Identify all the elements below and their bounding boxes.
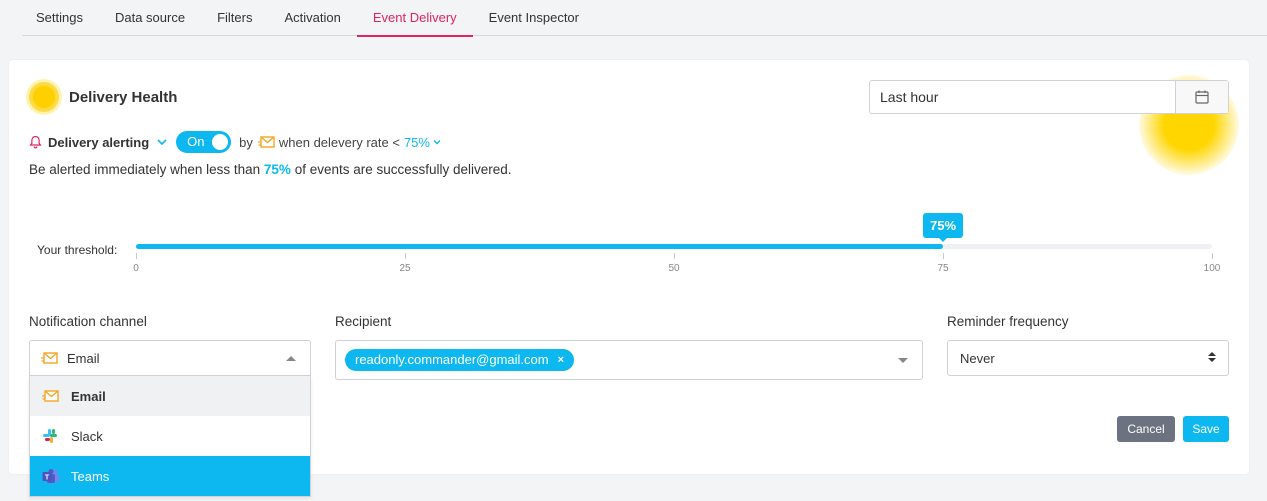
- tab-event-inspector[interactable]: Event Inspector: [473, 0, 595, 36]
- recipient-select[interactable]: readonly.commander@gmail.com ×: [335, 340, 923, 380]
- reminder-frequency-value: Never: [960, 350, 995, 366]
- bell-icon: [29, 135, 42, 149]
- chevron-down-icon: [898, 358, 908, 363]
- threshold-handle[interactable]: 75%: [923, 213, 963, 242]
- health-title: Delivery Health: [69, 88, 178, 106]
- tab-bar: Settings Data source Filters Activation …: [22, 0, 1267, 37]
- notification-channel-menu: Email Slack T Teams: [29, 376, 311, 497]
- alerting-expand-button[interactable]: [157, 138, 167, 146]
- remove-chip-button[interactable]: ×: [558, 349, 564, 371]
- threshold-tick: [136, 253, 137, 259]
- email-icon: [42, 389, 62, 403]
- condition-text: when delevery rate <: [278, 134, 400, 150]
- threshold-label: Your threshold:: [37, 243, 118, 257]
- threshold-slider[interactable]: [136, 244, 1212, 249]
- tab-filters[interactable]: Filters: [201, 0, 268, 36]
- recipient-chip-label: readonly.commander@gmail.com: [355, 352, 549, 367]
- channel-option-slack[interactable]: Slack: [30, 416, 310, 456]
- chevron-up-icon: [286, 356, 296, 361]
- threshold-tick-label: 0: [133, 263, 139, 274]
- channel-option-email[interactable]: Email: [30, 376, 310, 416]
- tab-settings[interactable]: Settings: [22, 0, 99, 36]
- threshold-tick-label: 25: [399, 263, 411, 274]
- email-icon: [257, 135, 275, 149]
- toggle-knob: [212, 134, 229, 150]
- rate-dropdown[interactable]: 75%: [404, 135, 441, 150]
- health-status-icon: [29, 82, 59, 112]
- notification-channel-label: Notification channel: [29, 314, 147, 329]
- alerting-row: Delivery alerting On by when delevery ra…: [29, 131, 441, 153]
- cancel-button[interactable]: Cancel: [1117, 416, 1175, 442]
- tab-event-delivery[interactable]: Event Delivery: [356, 0, 473, 37]
- tab-data-source[interactable]: Data source: [99, 0, 201, 36]
- channel-option-teams[interactable]: T Teams: [30, 456, 310, 496]
- calendar-icon: [1195, 90, 1209, 104]
- updown-arrows-icon: [1208, 352, 1216, 362]
- health-header: Delivery Health: [29, 82, 177, 112]
- notification-channel-value: Email: [67, 350, 100, 366]
- threshold-tick: [405, 253, 406, 259]
- chevron-down-icon: [433, 140, 441, 145]
- alerting-description: Be alerted immediately when less than 75…: [29, 162, 512, 177]
- by-label: by: [239, 134, 253, 150]
- teams-icon: T: [42, 468, 62, 484]
- threshold-tick-label: 100: [1203, 263, 1221, 274]
- period-picker: [869, 80, 1229, 114]
- threshold-tick-label: 75: [937, 263, 949, 274]
- recipient-chip: readonly.commander@gmail.com ×: [345, 349, 575, 371]
- svg-text:T: T: [45, 474, 50, 481]
- threshold-tick: [1212, 253, 1213, 259]
- tab-activation[interactable]: Activation: [268, 0, 356, 36]
- threshold-tick: [943, 253, 944, 259]
- calendar-button[interactable]: [1175, 81, 1228, 113]
- threshold-fill: [136, 244, 943, 249]
- threshold-tick-label: 50: [668, 263, 680, 274]
- alerting-toggle[interactable]: On: [176, 131, 232, 153]
- email-icon: [41, 351, 58, 365]
- slack-icon: [42, 428, 62, 444]
- recipient-label: Recipient: [335, 314, 392, 329]
- threshold-tick: [674, 253, 675, 259]
- description-percent: 75%: [263, 162, 291, 177]
- chevron-down-icon: [157, 139, 167, 146]
- toggle-label: On: [187, 134, 205, 149]
- rate-value: 75%: [403, 134, 430, 150]
- notification-channel-select[interactable]: Email: [29, 340, 311, 376]
- reminder-frequency-select[interactable]: Never: [947, 340, 1229, 376]
- alerting-label: Delivery alerting: [48, 134, 150, 150]
- reminder-frequency-label: Reminder frequency: [947, 314, 1069, 329]
- save-button[interactable]: Save: [1183, 416, 1229, 442]
- period-input[interactable]: [870, 81, 1175, 113]
